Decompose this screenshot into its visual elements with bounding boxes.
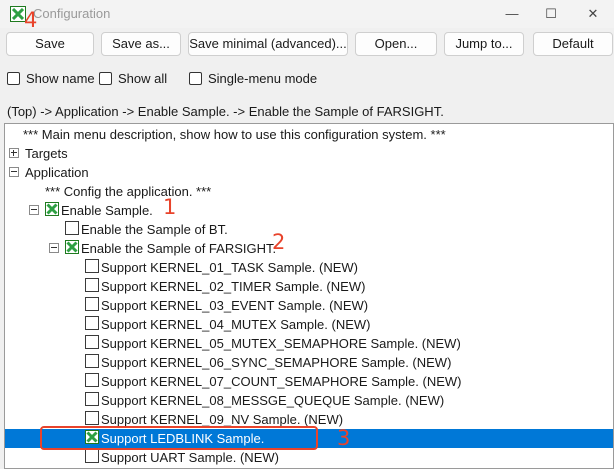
breadcrumb: (Top) -> Application -> Enable Sample. -…: [7, 104, 444, 119]
open-button[interactable]: Open...: [355, 32, 437, 56]
enable-farsight-checkbox[interactable]: [65, 240, 79, 254]
tree-row-sample-item[interactable]: Support KERNEL_04_MUTEX Sample. (NEW): [5, 315, 613, 334]
expand-plus-icon[interactable]: [9, 148, 19, 158]
show-all-label: Show all: [118, 71, 168, 86]
sample-item-label: Support KERNEL_08_MESSGE_QUEQUE Sample. …: [101, 393, 445, 408]
sample-item-label: Support KERNEL_07_COUNT_SEMAPHORE Sample…: [101, 374, 462, 389]
close-button[interactable]: ✕: [573, 4, 613, 24]
highlight-box: [40, 426, 318, 450]
unchecked-checkbox[interactable]: [85, 278, 99, 292]
unchecked-checkbox[interactable]: [85, 449, 99, 463]
sample-item-label: Support KERNEL_06_SYNC_SEMAPHORE Sample.…: [101, 355, 452, 370]
tree-row-sample-item[interactable]: Support KERNEL_03_EVENT Sample. (NEW): [5, 296, 613, 315]
unchecked-checkbox[interactable]: [85, 259, 99, 273]
title-bar: Configuration — ☐ ✕: [0, 0, 614, 28]
unchecked-checkbox[interactable]: [85, 411, 99, 425]
show-name-label: Show name: [26, 71, 95, 86]
annotation-4: 4: [24, 8, 38, 32]
collapse-minus-icon[interactable]: [29, 205, 39, 215]
sample-item-label: Support KERNEL_04_MUTEX Sample. (NEW): [101, 317, 371, 332]
tree-row-main-desc[interactable]: *** Main menu description, show how to u…: [5, 125, 613, 144]
jump-to-button[interactable]: Jump to...: [444, 32, 524, 56]
tree-row-sample-item[interactable]: Support KERNEL_08_MESSGE_QUEQUE Sample. …: [5, 391, 613, 410]
save-minimal-button[interactable]: Save minimal (advanced)...: [188, 32, 348, 56]
unchecked-checkbox[interactable]: [85, 297, 99, 311]
tree-row-enable-sample[interactable]: Enable Sample.: [5, 201, 613, 220]
config-tree[interactable]: *** Main menu description, show how to u…: [4, 123, 614, 469]
annotation-1: 1: [163, 195, 177, 219]
tree-row-sample-item[interactable]: Support UART Sample. (NEW): [5, 448, 613, 467]
sample-item-label: Support UART Sample. (NEW): [101, 450, 279, 465]
unchecked-checkbox[interactable]: [85, 373, 99, 387]
application-label: Application: [25, 165, 89, 180]
collapse-minus-icon[interactable]: [9, 167, 19, 177]
show-name-option[interactable]: Show name: [7, 71, 95, 87]
unchecked-checkbox[interactable]: [85, 392, 99, 406]
show-all-option[interactable]: Show all: [99, 71, 167, 87]
enable-sample-label: Enable Sample.: [61, 203, 153, 218]
enable-bt-checkbox[interactable]: [65, 221, 79, 235]
default-button[interactable]: Default: [533, 32, 613, 56]
sample-item-label: Support KERNEL_02_TIMER Sample. (NEW): [101, 279, 366, 294]
minimize-button[interactable]: —: [492, 4, 532, 24]
single-menu-option[interactable]: Single-menu mode: [189, 71, 317, 87]
main-desc-label: *** Main menu description, show how to u…: [23, 127, 446, 142]
enable-bt-label: Enable the Sample of BT.: [81, 222, 228, 237]
sample-item-label: Support KERNEL_09_NV Sample. (NEW): [101, 412, 344, 427]
tree-row-sample-item[interactable]: Support KERNEL_05_MUTEX_SEMAPHORE Sample…: [5, 334, 613, 353]
unchecked-checkbox[interactable]: [85, 316, 99, 330]
tree-row-application[interactable]: Application: [5, 163, 613, 182]
targets-label: Targets: [25, 146, 68, 161]
annotation-3: 3: [337, 426, 351, 450]
annotation-2: 2: [272, 230, 286, 254]
enable-sample-checkbox[interactable]: [45, 202, 59, 216]
save-button[interactable]: Save: [6, 32, 94, 56]
show-all-checkbox[interactable]: [99, 72, 112, 85]
window-title: Configuration: [33, 6, 111, 21]
tree-row-sample-item[interactable]: Support KERNEL_06_SYNC_SEMAPHORE Sample.…: [5, 353, 613, 372]
tree-row-sample-item[interactable]: Support KERNEL_07_COUNT_SEMAPHORE Sample…: [5, 372, 613, 391]
sample-item-label: Support KERNEL_03_EVENT Sample. (NEW): [101, 298, 369, 313]
single-menu-checkbox[interactable]: [189, 72, 202, 85]
tree-row-sample-item[interactable]: Support KERNEL_02_TIMER Sample. (NEW): [5, 277, 613, 296]
single-menu-label: Single-menu mode: [208, 71, 318, 86]
sample-item-label: Support KERNEL_01_TASK Sample. (NEW): [101, 260, 358, 275]
show-name-checkbox[interactable]: [7, 72, 20, 85]
tree-row-sample-item[interactable]: Support KERNEL_01_TASK Sample. (NEW): [5, 258, 613, 277]
unchecked-checkbox[interactable]: [85, 354, 99, 368]
sample-item-label: Support KERNEL_05_MUTEX_SEMAPHORE Sample…: [101, 336, 461, 351]
save-as-button[interactable]: Save as...: [101, 32, 181, 56]
tree-row-targets[interactable]: Targets: [5, 144, 613, 163]
unchecked-checkbox[interactable]: [85, 335, 99, 349]
maximize-button[interactable]: ☐: [531, 4, 571, 24]
tree-row-enable-bt[interactable]: Enable the Sample of BT.: [5, 220, 613, 239]
app-desc-label: *** Config the application. ***: [45, 184, 212, 199]
enable-farsight-label: Enable the Sample of FARSIGHT.: [81, 241, 277, 256]
tree-row-enable-farsight[interactable]: Enable the Sample of FARSIGHT.: [5, 239, 613, 258]
collapse-minus-icon[interactable]: [49, 243, 59, 253]
tree-row-app-desc[interactable]: *** Config the application. ***: [5, 182, 613, 201]
